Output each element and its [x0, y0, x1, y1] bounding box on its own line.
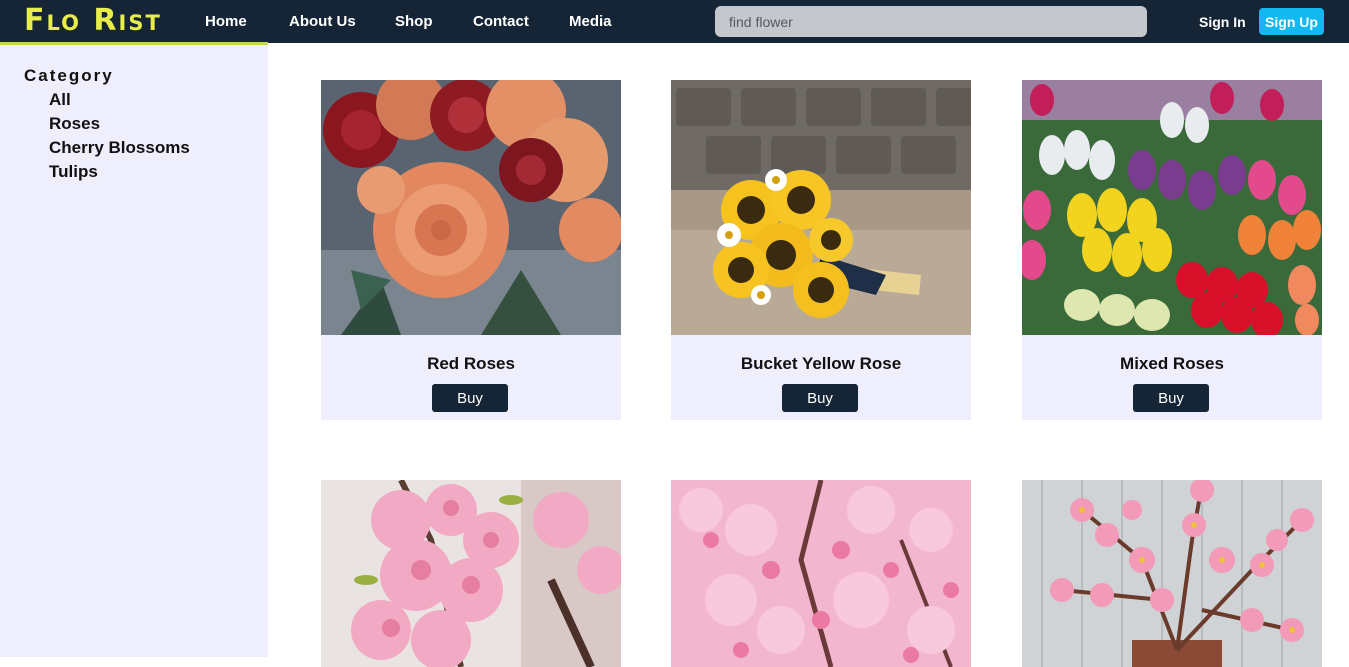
search-input[interactable]	[715, 6, 1147, 37]
product-name: Bucket Yellow Rose	[740, 354, 902, 373]
product-image-sunflowers[interactable]	[671, 80, 971, 335]
buy-button[interactable]: Buy	[782, 384, 858, 412]
category-item-cherry-blossoms[interactable]: Cherry Blossoms	[49, 138, 190, 158]
product-image-cherry-blossom[interactable]	[321, 480, 621, 667]
product-image-cherry-blossom[interactable]	[671, 480, 971, 667]
product-image-roses[interactable]	[321, 80, 621, 335]
nav-media[interactable]: Media	[569, 13, 612, 30]
product-footer: Bucket Yellow Rose Buy	[671, 335, 971, 420]
product-card	[321, 480, 621, 667]
top-navbar: Flo Rist Home About Us Shop Contact Medi…	[0, 0, 1349, 45]
category-sidebar: Category All Roses Cherry Blossoms Tulip…	[0, 45, 268, 657]
category-item-all[interactable]: All	[49, 90, 71, 110]
product-name: Red Roses	[427, 354, 515, 373]
product-card: Bucket Yellow Rose Buy	[671, 80, 971, 420]
product-card	[671, 480, 971, 667]
product-image-tulips[interactable]	[1022, 80, 1322, 335]
product-name: Mixed Roses	[1120, 354, 1224, 373]
nav-about-us[interactable]: About Us	[289, 13, 356, 30]
brand-logo[interactable]: Flo Rist	[24, 4, 162, 38]
product-card	[1022, 480, 1322, 667]
buy-button[interactable]: Buy	[432, 384, 508, 412]
sign-in-link[interactable]: Sign In	[1199, 14, 1246, 30]
nav-contact[interactable]: Contact	[473, 13, 529, 30]
product-card: Red Roses Buy	[321, 80, 621, 420]
sign-up-button[interactable]: Sign Up	[1259, 8, 1324, 35]
category-item-roses[interactable]: Roses	[49, 114, 100, 134]
product-image-cherry-blossom-vase[interactable]	[1022, 480, 1322, 667]
category-title: Category	[24, 66, 114, 85]
product-footer: Mixed Roses Buy	[1022, 335, 1322, 420]
product-footer: Red Roses Buy	[321, 335, 621, 420]
product-card: Mixed Roses Buy	[1022, 80, 1322, 420]
nav-shop[interactable]: Shop	[395, 13, 433, 30]
buy-button[interactable]: Buy	[1133, 384, 1209, 412]
category-item-tulips[interactable]: Tulips	[49, 162, 98, 182]
nav-home[interactable]: Home	[205, 13, 247, 30]
